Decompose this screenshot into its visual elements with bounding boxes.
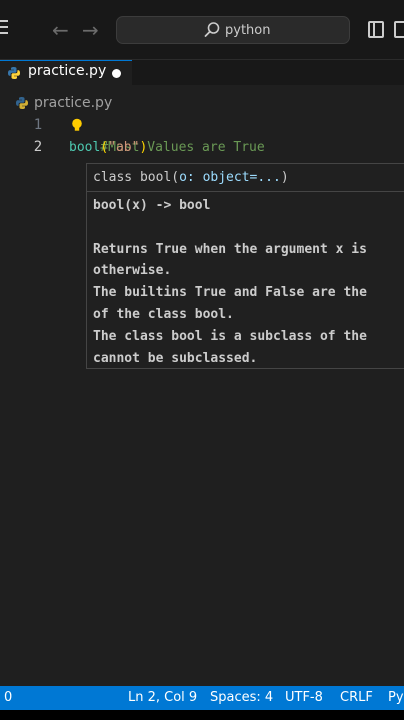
search-text: python	[225, 23, 271, 38]
doc-line: otherwise.	[93, 263, 172, 279]
back-arrow-icon[interactable]: ←	[52, 17, 69, 43]
doc-line: The builtins True and False are the	[93, 285, 367, 301]
tab-label: practice.py	[28, 63, 107, 79]
hover-tooltip: class bool(o: object=...) bool(x) -> boo…	[86, 163, 404, 369]
builtin-bool[interactable]: bool	[69, 140, 100, 155]
toggle-sidebar-icon[interactable]	[368, 21, 384, 38]
status-indentation[interactable]: Spaces: 4	[210, 690, 273, 705]
close-paren: )	[139, 140, 148, 155]
signature-prefix: class bool(	[93, 170, 180, 185]
command-center-search[interactable]: python	[116, 16, 350, 44]
forward-arrow-icon[interactable]: →	[82, 17, 99, 43]
lightbulb-icon[interactable]	[71, 118, 83, 132]
status-problems[interactable]: 0	[4, 690, 12, 705]
code-line-2[interactable]: bool("ab")	[69, 137, 147, 159]
string-literal: "ab"	[108, 140, 140, 155]
line-number: 1	[33, 117, 43, 133]
doc-line: of the class bool.	[93, 306, 234, 322]
status-eol[interactable]: CRLF	[340, 690, 373, 705]
hover-docstring: bool(x) -> bool Returns True when the arg…	[93, 195, 367, 369]
python-file-icon	[8, 67, 20, 79]
bottom-strip	[0, 710, 404, 720]
doc-line: Returns True when the argument x is	[93, 241, 367, 257]
hover-signature: class bool(o: object=...)	[93, 168, 289, 188]
search-icon	[204, 22, 220, 37]
menu-icon[interactable]	[0, 20, 10, 36]
status-language[interactable]: Py	[388, 690, 404, 705]
status-cursor-position[interactable]: Ln 2, Col 9	[128, 690, 197, 705]
tab-bar: practice.py	[0, 60, 404, 85]
python-file-icon	[16, 97, 28, 109]
unsaved-dot-icon[interactable]	[112, 69, 121, 78]
title-bar: ← → python	[0, 0, 404, 60]
signature-suffix: )	[280, 170, 289, 185]
status-bar: 0 Ln 2, Col 9 Spaces: 4 UTF-8 CRLF Py	[0, 686, 404, 710]
tab-practice-py[interactable]: practice.py	[0, 60, 132, 85]
doc-line: cannot be subclassed.	[93, 350, 258, 366]
breadcrumb: practice.py	[0, 92, 404, 114]
line-number: 2	[33, 139, 43, 155]
return-signature: bool(x) -> bool	[93, 198, 211, 213]
breadcrumb-file[interactable]: practice.py	[34, 95, 112, 111]
signature-param: o: object=...	[179, 170, 281, 185]
toggle-panel-icon[interactable]	[394, 21, 404, 38]
open-paren: (	[100, 140, 109, 155]
doc-line: The class bool is a subclass of the	[93, 328, 367, 344]
hover-divider	[87, 191, 404, 192]
status-encoding[interactable]: UTF-8	[285, 690, 323, 705]
